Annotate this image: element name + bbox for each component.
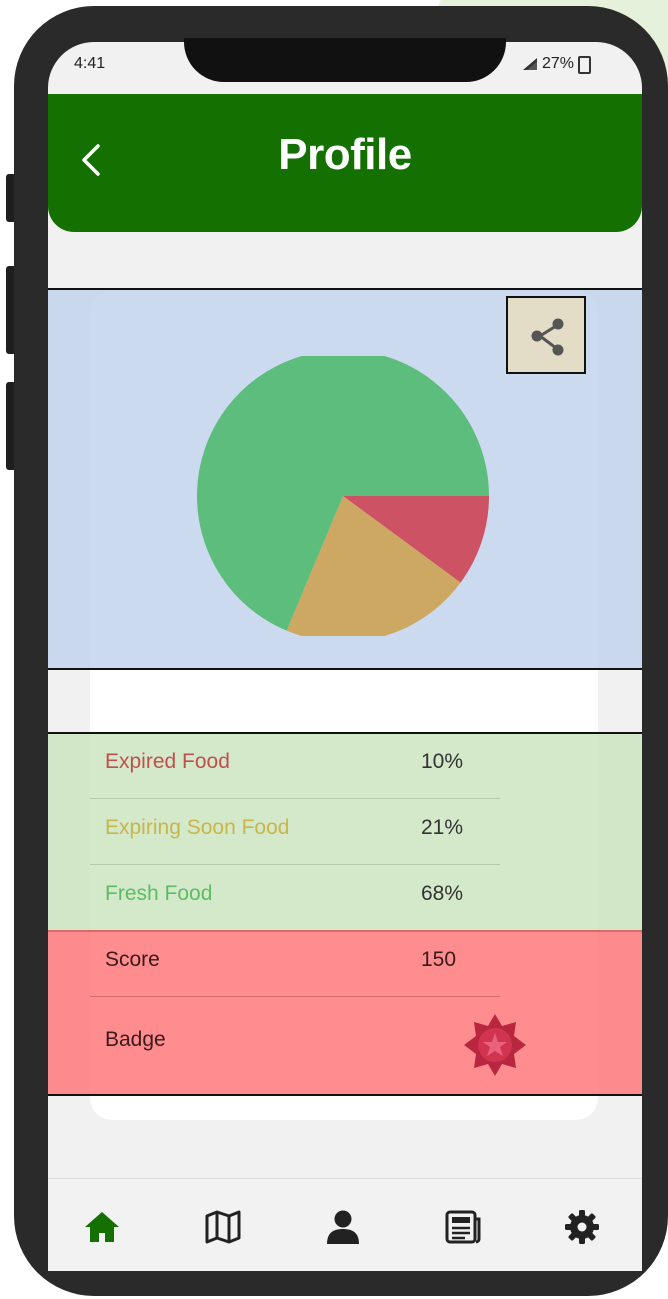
nav-home[interactable] bbox=[82, 1207, 122, 1247]
news-icon bbox=[445, 1210, 481, 1244]
stat-row-expired: Expired Food 10% bbox=[90, 732, 500, 796]
food-status-pie-chart bbox=[197, 356, 489, 636]
badge-row: Badge bbox=[90, 1010, 500, 1074]
nav-news[interactable] bbox=[443, 1207, 483, 1247]
stat-row-fresh: Fresh Food 68% bbox=[90, 864, 500, 928]
badge-seal-icon bbox=[464, 1014, 526, 1076]
status-time: 4:41 bbox=[74, 55, 106, 72]
stat-row-expiring-soon: Expiring Soon Food 21% bbox=[90, 798, 500, 862]
status-indicators: 27% bbox=[522, 55, 592, 74]
stat-value-expiring-soon: 21% bbox=[421, 816, 464, 839]
bottom-nav bbox=[48, 1178, 642, 1271]
nav-profile[interactable] bbox=[323, 1207, 363, 1247]
app-header: Profile bbox=[48, 94, 642, 232]
gear-icon bbox=[565, 1210, 599, 1244]
home-icon bbox=[85, 1212, 119, 1242]
battery-percent: 27% bbox=[542, 55, 575, 72]
stat-value-expired: 10% bbox=[421, 750, 464, 773]
nav-settings[interactable] bbox=[562, 1207, 602, 1247]
share-button[interactable] bbox=[506, 296, 586, 374]
battery-icon bbox=[578, 56, 592, 74]
user-icon bbox=[327, 1210, 359, 1244]
divider bbox=[90, 996, 500, 997]
stat-value-fresh: 68% bbox=[421, 882, 464, 905]
stat-label-expiring-soon: Expiring Soon Food bbox=[105, 816, 290, 839]
score-row: Score 150 bbox=[90, 930, 500, 994]
share-icon bbox=[531, 318, 564, 356]
stat-label-fresh: Fresh Food bbox=[105, 882, 213, 905]
score-label: Score bbox=[105, 948, 160, 971]
signal-icon bbox=[523, 58, 537, 70]
page-title: Profile bbox=[278, 130, 412, 179]
score-value: 150 bbox=[421, 948, 457, 971]
map-icon bbox=[205, 1210, 241, 1244]
nav-map[interactable] bbox=[203, 1207, 243, 1247]
notch bbox=[184, 38, 506, 82]
badge-label: Badge bbox=[105, 1028, 166, 1051]
stat-label-expired: Expired Food bbox=[105, 750, 230, 773]
